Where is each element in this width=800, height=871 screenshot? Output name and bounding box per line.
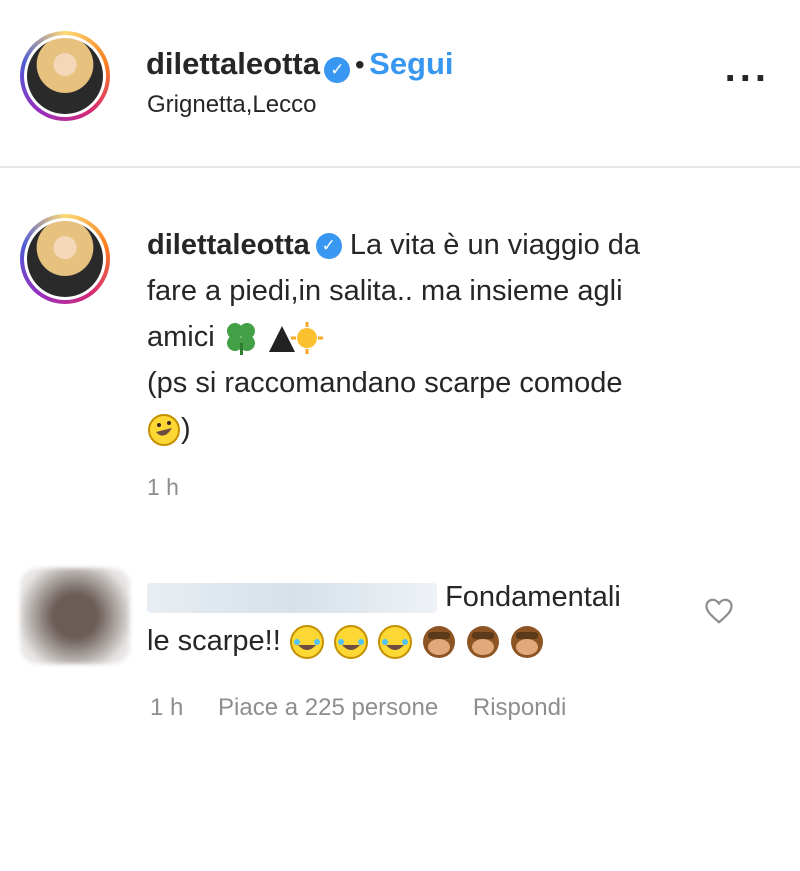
rofl-emoji-icon [148, 414, 180, 447]
header-username[interactable]: dilettaleotta [146, 46, 320, 81]
comment-meta: 1 h Piace a 225 persone Rispondi [150, 694, 594, 722]
caption-line5-end: ) [181, 413, 191, 445]
comment-text-line2: le scarpe!! [147, 625, 281, 657]
comment-likes-link[interactable]: Piace a 225 persone [218, 694, 438, 721]
caption-line4: (ps si raccomandano scarpe comode [147, 367, 623, 399]
reply-button[interactable]: Rispondi [473, 694, 566, 721]
post-caption: dilettaleotta ✓ La vita è un viaggio da f… [147, 222, 747, 510]
caption-avatar[interactable] [20, 214, 110, 304]
commenter-username-blurred[interactable] [147, 583, 437, 614]
verified-icon: ✓ [315, 233, 342, 260]
comment-text-line1: Fondamentali [445, 581, 621, 613]
caption-line2: fare a piedi,in salita.. ma insieme agli [147, 275, 623, 307]
location-link[interactable]: Grignetta,Lecco [147, 91, 316, 119]
separator-dot: • [354, 49, 365, 80]
profile-avatar[interactable] [20, 31, 110, 121]
comment-emoji-icon [289, 625, 543, 660]
caption-line1: La vita è un viaggio da [349, 229, 641, 261]
verified-icon: ✓ [324, 56, 351, 83]
more-options-button[interactable]: ... [725, 48, 770, 88]
caption-username[interactable]: dilettaleotta [147, 229, 310, 261]
commenter-avatar-blurred[interactable] [20, 568, 130, 664]
caption-line3: amici [147, 321, 215, 353]
caption-timestamp: 1 h [147, 474, 179, 500]
like-comment-heart-icon[interactable] [704, 596, 734, 626]
emoji-row-icon [226, 322, 323, 356]
follow-button[interactable]: Segui [369, 46, 453, 81]
header-title-row: dilettaleotta ✓ • Segui [146, 46, 454, 83]
comment: Fondamentali le scarpe!! [147, 575, 677, 663]
post-header: dilettaleotta ✓ • Segui Grignetta,Lecco … [0, 0, 800, 168]
comment-timestamp: 1 h [150, 694, 184, 721]
